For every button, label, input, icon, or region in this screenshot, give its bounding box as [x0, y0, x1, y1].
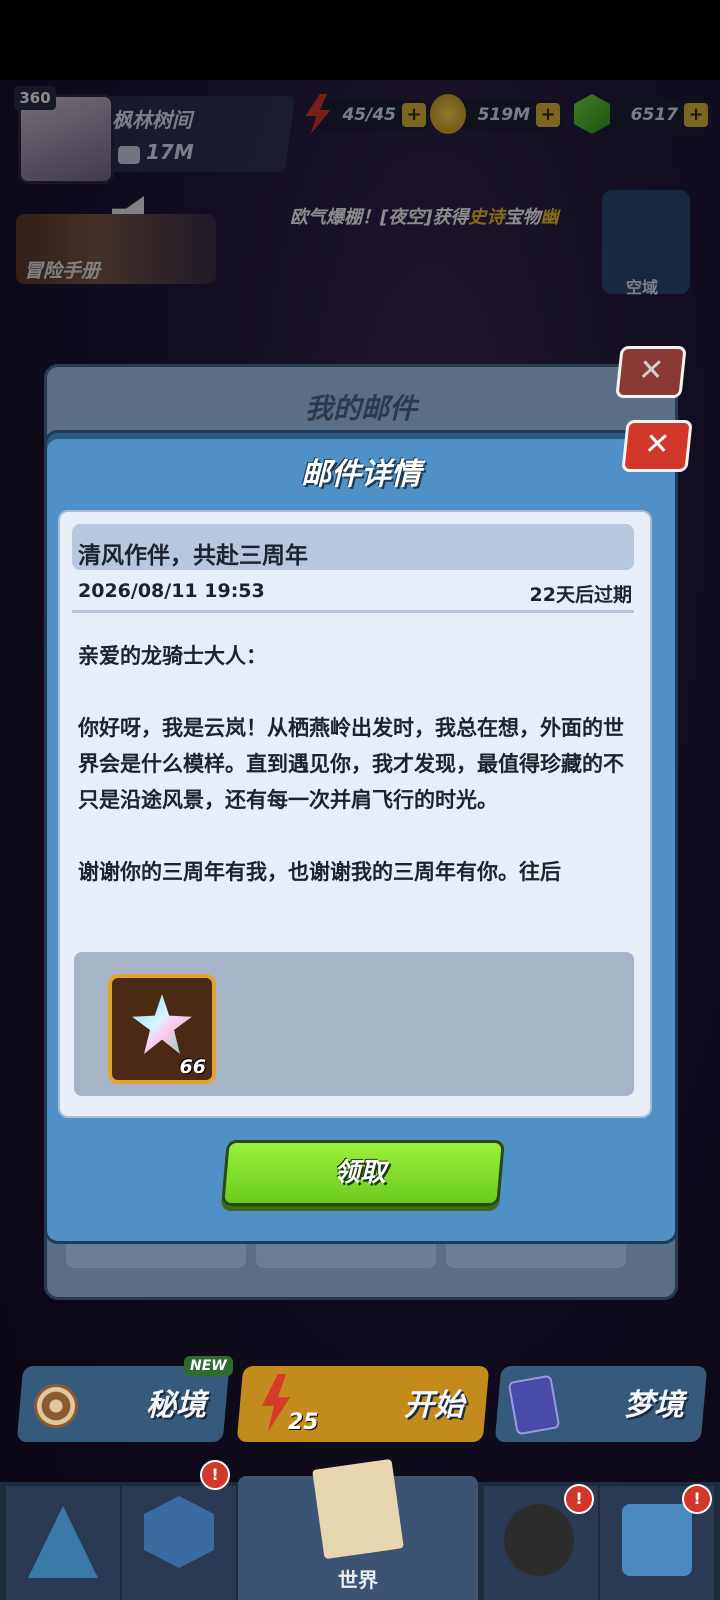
shop-chest-icon: [622, 1504, 692, 1576]
crystal-star-icon: [132, 994, 192, 1054]
divider: [72, 610, 634, 613]
new-badge: NEW: [184, 1356, 233, 1376]
hero-crest-icon: [28, 1506, 98, 1578]
secret-realm-label: 秘境: [146, 1388, 206, 1423]
nav-item-heroes[interactable]: [6, 1486, 120, 1600]
mail-expiry: 22天后过期: [529, 584, 632, 606]
close-mail-list-button[interactable]: ✕: [615, 346, 687, 398]
mail-body[interactable]: 亲爱的龙骑士大人： 你好呀，我是云岚！从栖燕岭出发时，我总在想，外面的世界会是什…: [78, 638, 638, 890]
world-label: 世界: [338, 1568, 378, 1592]
nav-item-upgrade[interactable]: [122, 1486, 236, 1600]
claim-label: 领取: [333, 1158, 386, 1188]
target-icon: [34, 1384, 78, 1428]
my-mail-title: 我的邮件: [304, 392, 417, 425]
reward-count: 66: [179, 1056, 206, 1078]
cards-icon: [507, 1374, 561, 1436]
mail-subject: 清风作伴，共赴三周年: [78, 543, 308, 569]
map-icon: [312, 1458, 404, 1560]
mail-date: 2026/08/11 19:53: [78, 580, 265, 602]
start-label: 开始: [404, 1388, 464, 1423]
dreamland-label: 梦境: [624, 1388, 684, 1423]
shop-alert-badge: !: [682, 1484, 712, 1514]
upgrade-shield-icon: [144, 1496, 214, 1568]
upgrade-alert-badge: !: [200, 1460, 230, 1490]
reward-item[interactable]: 66: [108, 974, 216, 1084]
close-mail-detail-button[interactable]: ✕: [621, 420, 693, 472]
energy-cost: 25: [288, 1410, 319, 1435]
companions-alert-badge: !: [564, 1484, 594, 1514]
mail-detail-title: 邮件详情: [301, 457, 421, 492]
companion-icon: [504, 1504, 574, 1576]
